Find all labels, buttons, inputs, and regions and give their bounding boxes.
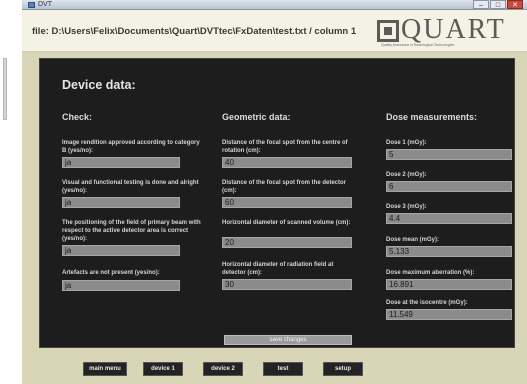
check-label-beam-positioning: The positioning of the field of primary … [62,220,201,242]
check-label-image-rendition: Image rendition approved according to ca… [62,140,200,154]
geometric-label-radiation-field: Horizontal diameter of radiation field a… [222,262,334,276]
app-icon [28,2,35,8]
page-title: Device data: [62,78,136,92]
dose-2-field[interactable]: 6 [386,181,512,192]
window-title: DVT [38,1,52,8]
main-menu-button[interactable]: main menu [83,362,127,376]
file-path: file: D:\Users\Felix\Documents\Quart\DVT… [32,26,357,37]
artefacts-field[interactable]: ja [62,280,180,291]
save-changes-button[interactable]: save changes [224,335,352,345]
beam-positioning-field[interactable]: ja [62,245,180,256]
scrollbar-thumb[interactable] [3,58,7,120]
dose-1-field[interactable]: 5 [386,149,512,160]
logo-tagline: Quality Assurance in Radiological Techno… [381,43,455,47]
device2-button[interactable]: device 2 [203,362,243,376]
image-rendition-field[interactable]: ja [62,157,180,168]
logo-mark-icon [377,20,399,42]
geometric-label-scanned-volume: Horizontal diameter of scanned volume (c… [222,220,351,226]
dose-mean-field[interactable]: 5.133 [386,246,512,257]
geometric-label-focal-detector: Distance of the focal spot from the dete… [222,180,347,194]
dose-label-3: Dose 3 (mGy): [386,204,427,210]
dose-label-isocentre: Dose at the isocentre (mGy): [386,300,468,306]
visual-functional-field[interactable]: ja [62,197,180,208]
geometric-label-focal-rotation: Distance of the focal spot from the cent… [222,140,348,154]
device1-button[interactable]: device 1 [143,362,183,376]
app-frame: file: D:\Users\Felix\Documents\Quart\DVT… [22,10,527,384]
quart-logo: QUART Quality Assurance in Radiological … [377,16,517,50]
maximize-icon[interactable]: □ [490,0,506,9]
radiation-field-diameter-field[interactable]: 30 [222,279,352,290]
setup-button[interactable]: setup [323,362,363,376]
dose-heading: Dose measurements: [386,112,478,122]
dose-max-aberration-field[interactable]: 16.891 [386,279,512,290]
check-label-artefacts: Artefacts are not present (yes/no): [62,270,160,276]
dose-label-1: Dose 1 (mGy): [386,140,427,146]
header-bar: file: D:\Users\Felix\Documents\Quart\DVT… [22,10,527,52]
close-icon[interactable]: ✕ [507,0,523,9]
window-controls: – □ ✕ [472,0,523,10]
dose-label-2: Dose 2 (mGy): [386,172,427,178]
test-button[interactable]: test [263,362,303,376]
geometric-heading: Geometric data: [222,112,291,122]
dose-3-field[interactable]: 4.4 [386,213,512,224]
window-titlebar: DVT – □ ✕ [22,0,527,10]
dose-isocentre-field[interactable]: 11.549 [386,309,512,320]
dose-label-max-aberration: Dose maximum aberration (%): [386,270,475,276]
device-data-panel: Device data: Check: Image rendition appr… [39,58,515,348]
logo-word: QUART [401,14,506,45]
focal-rotation-distance-field[interactable]: 40 [222,157,352,168]
dose-label-mean: Dose mean (mGy): [386,237,440,243]
focal-detector-distance-field[interactable]: 60 [222,197,352,208]
scanned-volume-field[interactable]: 20 [222,237,352,248]
minimize-icon[interactable]: – [473,0,489,9]
check-label-visual-functional: Visual and functional testing is done an… [62,180,199,194]
check-heading: Check: [62,112,93,122]
left-edge [0,0,22,384]
